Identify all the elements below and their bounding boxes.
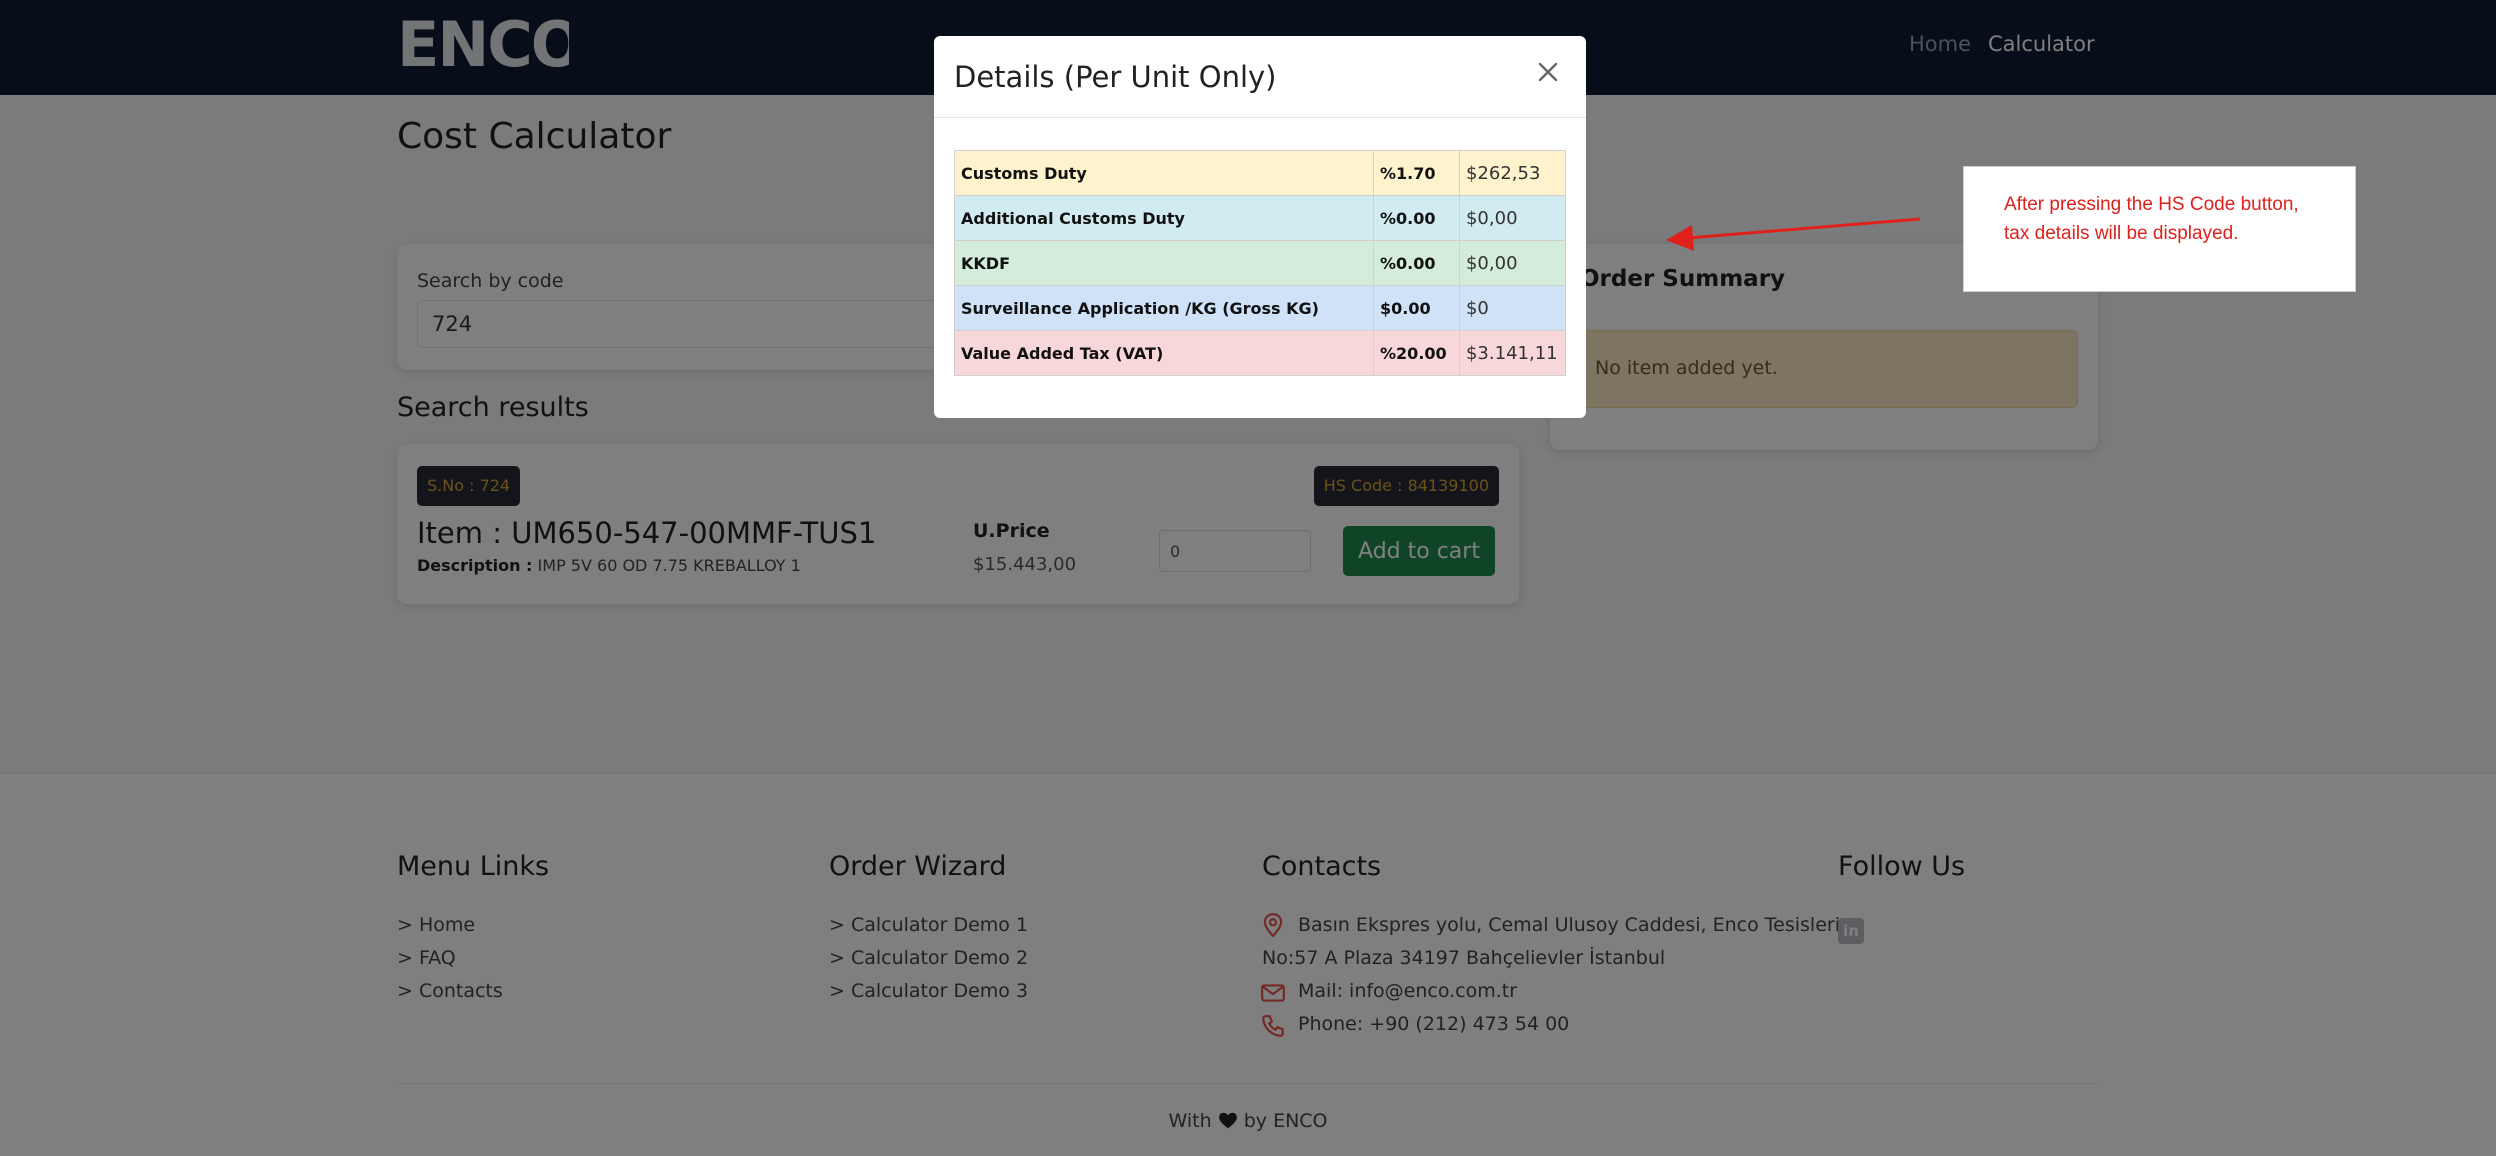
annotation-text: After pressing the HS Code button, tax d…: [2004, 194, 2299, 244]
tax-rate: %20.00: [1373, 330, 1460, 376]
table-row: Additional Customs Duty %0.00 $0,00: [953, 195, 1567, 241]
modal-title: Details (Per Unit Only): [954, 60, 1277, 94]
tax-rate: $0.00: [1373, 285, 1460, 331]
tax-amount: $0,00: [1458, 240, 1567, 286]
table-row: Value Added Tax (VAT) %20.00 $3.141,11: [953, 330, 1567, 376]
tax-rate: %1.70: [1373, 150, 1460, 196]
tax-rate: %0.00: [1373, 195, 1460, 241]
modal-header-divider: [934, 117, 1586, 118]
tax-name: Surveillance Application /KG (Gross KG): [953, 285, 1375, 331]
tax-amount: $0,00: [1458, 195, 1567, 241]
table-row: Surveillance Application /KG (Gross KG) …: [953, 285, 1567, 331]
tax-amount: $3.141,11: [1458, 330, 1567, 376]
table-row: KKDF %0.00 $0,00: [953, 240, 1567, 286]
tax-details-table: Customs Duty %1.70 $262,53 Additional Cu…: [953, 150, 1567, 376]
tax-amount: $262,53: [1458, 150, 1567, 196]
page-edge: [2496, 0, 2519, 1156]
tax-name: Additional Customs Duty: [953, 195, 1375, 241]
tax-amount: $0: [1458, 285, 1567, 331]
tax-name: Customs Duty: [953, 150, 1375, 196]
annotation-arrow: [1666, 217, 1921, 251]
tax-rate: %0.00: [1373, 240, 1460, 286]
table-row: Customs Duty %1.70 $262,53: [953, 150, 1567, 196]
close-icon[interactable]: [1536, 60, 1560, 84]
tax-name: KKDF: [953, 240, 1375, 286]
tax-name: Value Added Tax (VAT): [953, 330, 1375, 376]
